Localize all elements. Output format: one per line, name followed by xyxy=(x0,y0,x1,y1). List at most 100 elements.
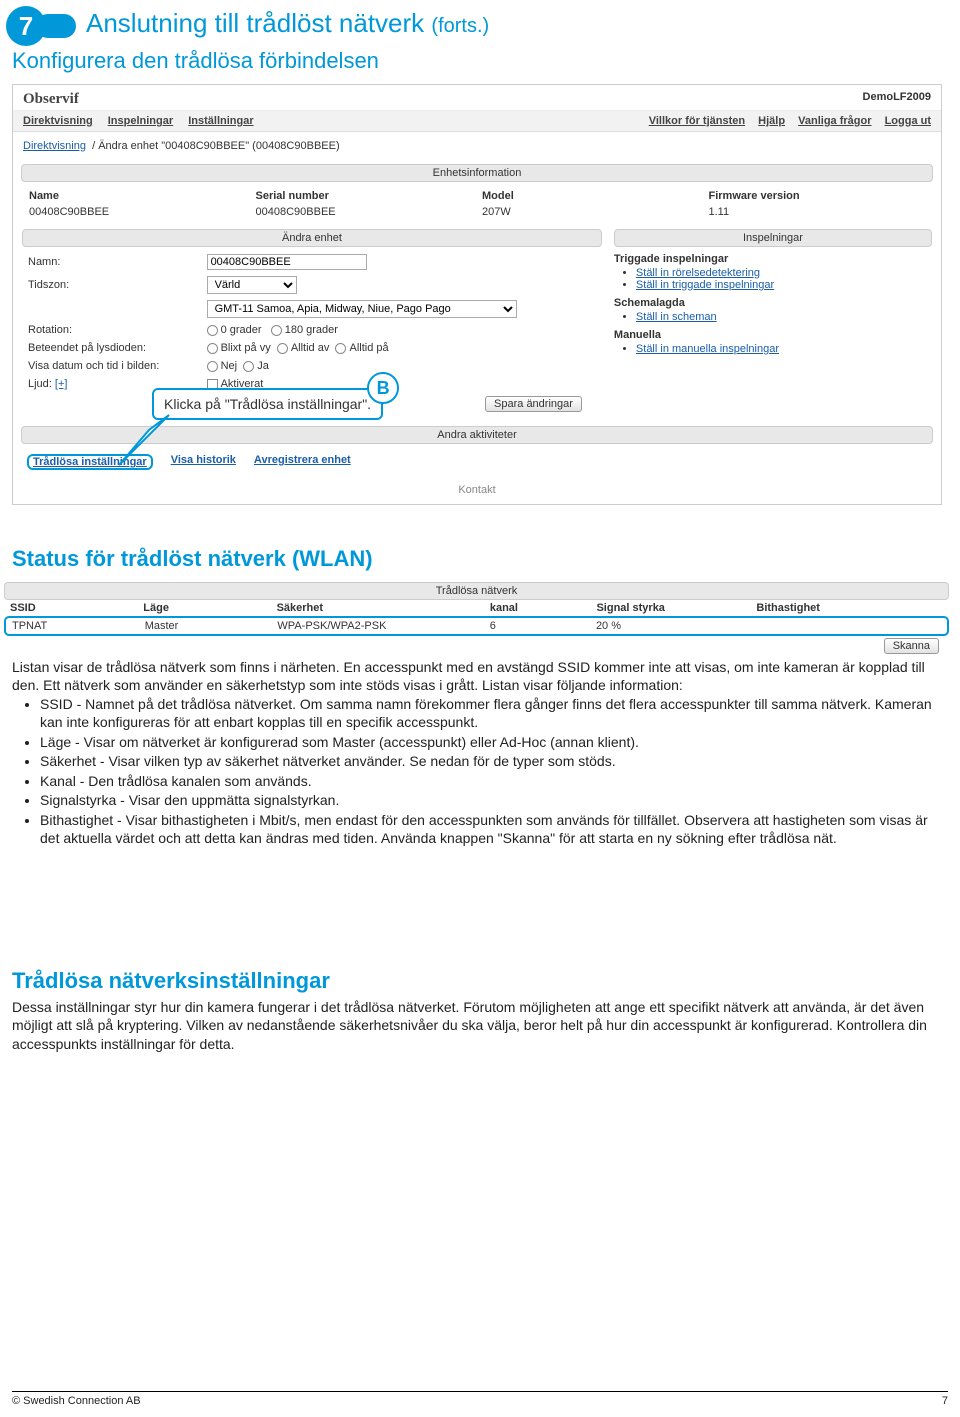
link-view-history[interactable]: Visa historik xyxy=(171,454,236,470)
user-label: DemoLF2009 xyxy=(863,91,931,108)
radio-showdt-no[interactable] xyxy=(207,361,218,372)
label-sound: Ljud: xyxy=(28,378,52,390)
recordings-panel: Inspelningar Triggade inspelningar Ställ… xyxy=(613,228,933,416)
radio-showdt-no-label: Nej xyxy=(221,360,238,372)
radio-led-off[interactable] xyxy=(277,343,288,354)
label-rotation: Rotation: xyxy=(22,321,201,339)
link-triggered-rec[interactable]: Ställ in triggade inspelningar xyxy=(636,279,774,291)
page-title: Anslutning till trådlöst nätverk (forts.… xyxy=(86,8,489,39)
info-value-firmware: 1.11 xyxy=(709,206,926,218)
group-triggered: Triggade inspelningar xyxy=(614,253,932,265)
info-header-name: Name xyxy=(29,190,246,202)
wlan-info-list: SSID - Namnet på det trådlösa nätverket.… xyxy=(40,695,942,848)
info-header-model: Model xyxy=(482,190,699,202)
status-heading: Status för trådlöst nätverk (WLAN) xyxy=(12,546,373,572)
step-number-circle: 7 xyxy=(6,6,46,46)
wlan-th-mode: Läge xyxy=(143,602,276,614)
list-item: Kanal - Den trådlösa kanalen som används… xyxy=(40,772,942,790)
radio-rotation-0[interactable] xyxy=(207,325,218,336)
wlan-th-ssid: SSID xyxy=(10,602,143,614)
app-logo: Observif xyxy=(23,91,79,108)
link-manual-rec[interactable]: Ställ in manuella inspelningar xyxy=(636,343,779,355)
save-button[interactable]: Spara ändringar xyxy=(485,396,582,412)
wlan-cell-mode: Master xyxy=(145,620,278,632)
select-tz-zone[interactable]: GMT-11 Samoa, Apia, Midway, Niue, Pago P… xyxy=(207,300,517,318)
wlan-table-title: Trådlösa nätverk xyxy=(4,582,949,600)
label-showdt: Visa datum och tid i bilden: xyxy=(22,357,201,375)
footer-page-number: 7 xyxy=(942,1395,948,1407)
section-enhetsinfo-title: Enhetsinformation xyxy=(21,164,933,182)
radio-showdt-yes-label: Ja xyxy=(257,360,269,372)
wlan-th-bitrate: Bithastighet xyxy=(756,602,943,614)
breadcrumb-current: Ändra enhet "00408C90BBEE" (00408C90BBEE… xyxy=(98,140,339,152)
input-name[interactable] xyxy=(207,254,367,270)
radio-rotation-180[interactable] xyxy=(271,325,282,336)
list-item: SSID - Namnet på det trådlösa nätverket.… xyxy=(40,695,942,732)
info-value-model: 207W xyxy=(482,206,699,218)
radio-rotation-180-label: 180 grader xyxy=(285,324,338,336)
link-schedules[interactable]: Ställ in scheman xyxy=(636,311,717,323)
sound-expand-link[interactable]: [+] xyxy=(55,378,68,390)
step-badge: 7 xyxy=(6,6,76,46)
wlan-cell-security: WPA-PSK/WPA2-PSK xyxy=(277,620,489,632)
wlan-th-security: Säkerhet xyxy=(277,602,490,614)
select-tz-region[interactable]: Värld xyxy=(207,276,297,294)
settings-heading: Trådlösa nätverksinställningar xyxy=(12,968,330,994)
wlan-cell-bitrate xyxy=(755,620,941,632)
group-scheduled: Schemalagda xyxy=(614,297,932,309)
nav-villkor[interactable]: Villkor för tjänsten xyxy=(649,115,745,127)
wlan-cell-ssid: TPNAT xyxy=(12,620,145,632)
radio-led-on[interactable] xyxy=(335,343,346,354)
callout-b-text: Klicka på "Trådlösa inställningar". xyxy=(164,396,371,412)
info-value-name: 00408C90BBEE xyxy=(29,206,246,218)
scan-button[interactable]: Skanna xyxy=(884,638,939,654)
nav-inspelningar[interactable]: Inspelningar xyxy=(108,115,173,127)
wlan-row-selected[interactable]: TPNAT Master WPA-PSK/WPA2-PSK 6 20 % xyxy=(4,616,949,636)
nav-direktvisning[interactable]: Direktvisning xyxy=(23,115,93,127)
nav-hjalp[interactable]: Hjälp xyxy=(758,115,785,127)
radio-led-on-label: Alltid på xyxy=(349,342,388,354)
wlan-cell-channel: 6 xyxy=(490,620,596,632)
breadcrumb-link[interactable]: Direktvisning xyxy=(23,140,86,152)
wlan-th-signal: Signal styrka xyxy=(596,602,756,614)
page-footer: © Swedish Connection AB 7 xyxy=(12,1391,948,1407)
footer-copyright: © Swedish Connection AB xyxy=(12,1395,141,1407)
link-unregister-device[interactable]: Avregistrera enhet xyxy=(254,454,351,470)
nav-faq[interactable]: Vanliga frågor xyxy=(798,115,871,127)
radio-showdt-yes[interactable] xyxy=(243,361,254,372)
page-subtitle: Konfigurera den trådlösa förbindelsen xyxy=(12,48,379,74)
breadcrumb: Direktvisning / Ändra enhet "00408C90BBE… xyxy=(13,132,941,160)
list-item: Säkerhet - Visar vilken typ av säkerhet … xyxy=(40,752,942,770)
nav-logout[interactable]: Logga ut xyxy=(885,115,931,127)
radio-rotation-0-label: 0 grader xyxy=(221,324,262,336)
link-motion-detection[interactable]: Ställ in rörelsedetektering xyxy=(636,267,760,279)
wlan-th-channel: kanal xyxy=(490,602,597,614)
callout-b-balloon: B xyxy=(367,372,399,404)
callout-b: Klicka på "Trådlösa inställningar". B xyxy=(152,388,383,420)
info-header-firmware: Firmware version xyxy=(709,190,926,202)
wlan-intro-paragraph: Listan visar de trådlösa nätverk som fin… xyxy=(12,658,942,695)
label-led: Beteendet på lysdioden: xyxy=(22,339,201,357)
recordings-panel-title: Inspelningar xyxy=(614,229,932,247)
wlan-description: Listan visar de trådlösa nätverk som fin… xyxy=(12,658,942,849)
group-manual: Manuella xyxy=(614,329,932,341)
wlan-cell-signal: 20 % xyxy=(596,620,755,632)
info-value-serial: 00408C90BBEE xyxy=(256,206,473,218)
radio-led-off-label: Alltid av xyxy=(291,342,330,354)
callout-b-tail xyxy=(114,410,174,470)
nav-installningar[interactable]: Inställningar xyxy=(188,115,253,127)
radio-led-blink-label: Blixt på vy xyxy=(221,342,271,354)
label-name: Namn: xyxy=(22,251,201,273)
label-timezone: Tidszon: xyxy=(22,273,201,297)
top-nav: Direktvisning Inspelningar Inställningar… xyxy=(13,111,941,132)
list-item: Signalstyrka - Visar den uppmätta signal… xyxy=(40,791,942,809)
list-item: Läge - Visar om nätverket är konfigurera… xyxy=(40,733,942,751)
wlan-table: Trådlösa nätverk SSID Läge Säkerhet kana… xyxy=(4,582,949,656)
settings-paragraph: Dessa inställningar styr hur din kamera … xyxy=(12,998,942,1053)
device-info-grid: Name Serial number Model Firmware versio… xyxy=(13,186,941,228)
list-item: Bithastighet - Visar bithastigheten i Mb… xyxy=(40,811,942,848)
radio-led-blink[interactable] xyxy=(207,343,218,354)
info-header-serial: Serial number xyxy=(256,190,473,202)
wlan-table-header: SSID Läge Säkerhet kanal Signal styrka B… xyxy=(4,600,949,616)
edit-panel-title: Ändra enhet xyxy=(22,229,602,247)
